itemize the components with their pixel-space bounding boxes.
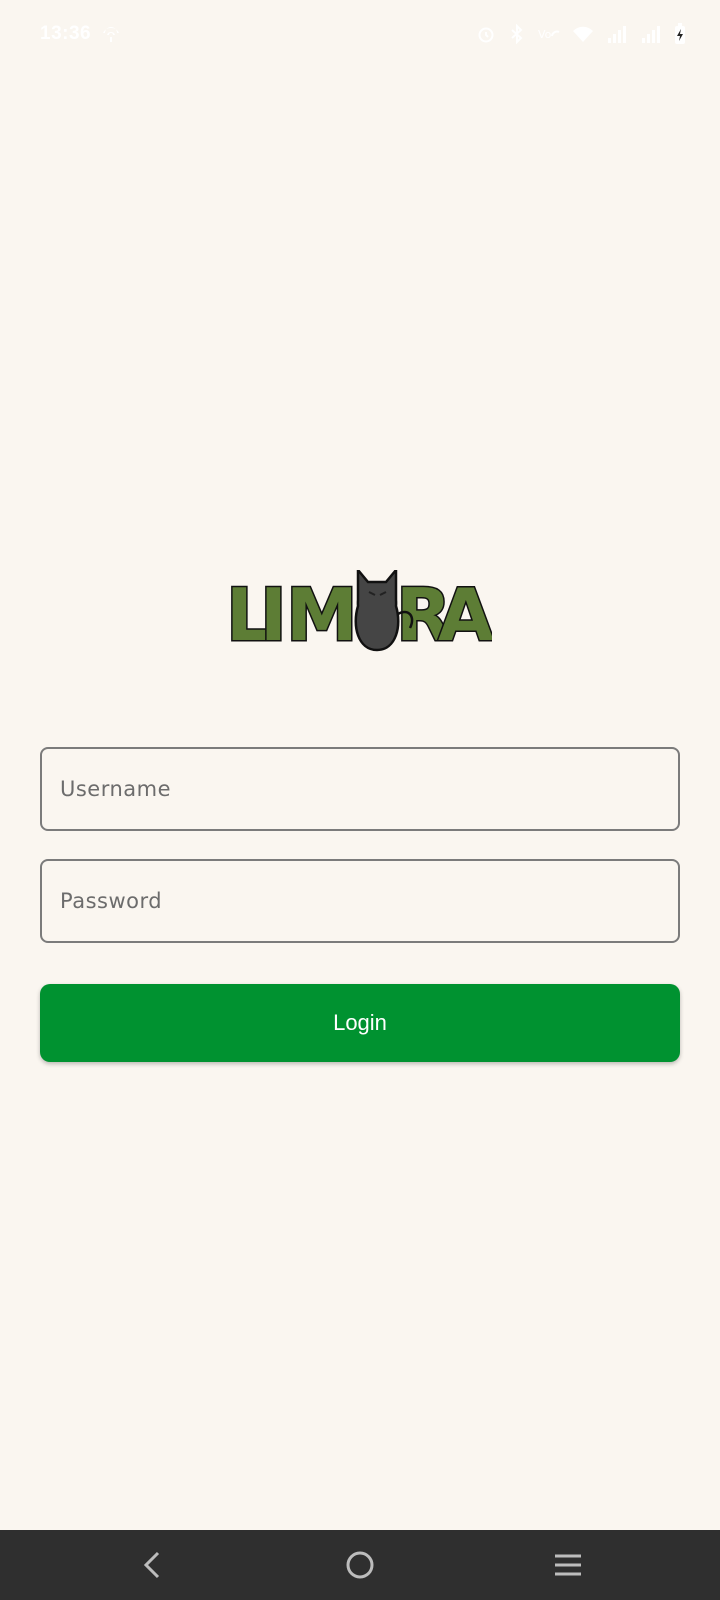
- password-input[interactable]: [42, 861, 678, 941]
- navigation-bar: [0, 1530, 720, 1600]
- battery-charging-icon: [674, 23, 686, 45]
- svg-text:M: M: [286, 573, 358, 657]
- signal-icon: [606, 24, 628, 44]
- alarm-icon: [476, 24, 496, 44]
- home-icon: [346, 1551, 374, 1579]
- status-bar: 13:36 Vo: [0, 0, 720, 70]
- menu-icon: [555, 1554, 581, 1576]
- password-field[interactable]: [40, 859, 680, 943]
- home-button[interactable]: [320, 1530, 400, 1600]
- status-time: 13:36: [40, 23, 92, 44]
- app-logo: L I M R A: [225, 566, 496, 659]
- back-button[interactable]: [112, 1530, 192, 1600]
- login-button[interactable]: Login: [40, 984, 680, 1062]
- status-left: 13:36: [40, 22, 121, 46]
- svg-text:A: A: [438, 573, 492, 657]
- status-right: Vo: [476, 22, 686, 46]
- bluetooth-icon: [508, 24, 526, 44]
- recents-button[interactable]: [528, 1530, 608, 1600]
- username-field[interactable]: [40, 747, 680, 831]
- vo-wifi-icon: Vo: [538, 24, 560, 44]
- signal-icon: [640, 24, 662, 44]
- wifi-hotspot-icon: [101, 24, 121, 44]
- wifi-icon: [572, 24, 594, 44]
- username-input[interactable]: [42, 749, 678, 829]
- svg-text:Vo: Vo: [538, 28, 552, 41]
- back-icon: [143, 1551, 160, 1579]
- svg-text:I: I: [260, 573, 287, 657]
